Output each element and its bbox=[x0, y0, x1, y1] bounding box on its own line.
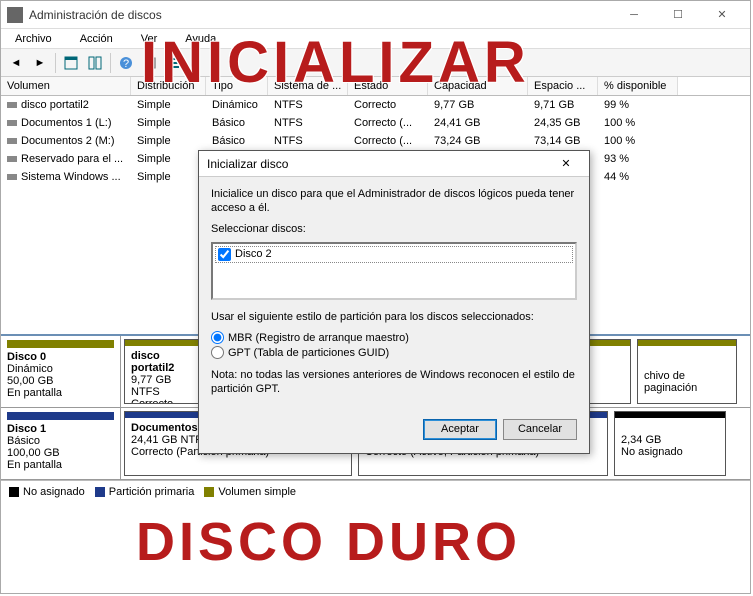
back-icon[interactable]: ◄ bbox=[5, 52, 27, 74]
dialog-close-icon[interactable]: ✕ bbox=[551, 157, 581, 170]
titlebar: Administración de discos ─ ☐ ✕ bbox=[1, 1, 750, 29]
disk-list: Disco 2 bbox=[211, 242, 577, 300]
view-icon[interactable] bbox=[60, 52, 82, 74]
dialog-note: Nota: no todas las versiones anteriores … bbox=[211, 368, 577, 397]
table-row[interactable]: disco portatil2SimpleDinámicoNTFSCorrect… bbox=[1, 96, 750, 114]
app-icon bbox=[7, 7, 23, 23]
menu-archivo[interactable]: Archivo bbox=[7, 32, 60, 46]
col-pct[interactable]: % disponible bbox=[598, 77, 678, 95]
dialog-intro: Inicialice un disco para que el Administ… bbox=[211, 187, 577, 216]
forward-icon[interactable]: ► bbox=[29, 52, 51, 74]
overlay-text-bottom: DISCO DURO bbox=[136, 511, 521, 573]
settings-icon[interactable] bbox=[139, 52, 161, 74]
list-icon[interactable] bbox=[163, 52, 185, 74]
col-volumen[interactable]: Volumen bbox=[1, 77, 131, 95]
svg-text:?: ? bbox=[123, 58, 129, 70]
table-row[interactable]: Documentos 1 (L:)SimpleBásicoNTFSCorrect… bbox=[1, 114, 750, 132]
menu-accion[interactable]: Acción bbox=[72, 32, 121, 46]
disk-name: Disco 1 bbox=[7, 423, 114, 435]
close-button[interactable]: ✕ bbox=[700, 2, 744, 28]
minimize-button[interactable]: ─ bbox=[612, 2, 656, 28]
cancel-button[interactable]: Cancelar bbox=[503, 419, 577, 440]
disk-name: Disco 0 bbox=[7, 351, 114, 363]
disk-checkbox-item[interactable]: Disco 2 bbox=[215, 246, 573, 263]
col-espacio[interactable]: Espacio ... bbox=[528, 77, 598, 95]
col-distribucion[interactable]: Distribución bbox=[131, 77, 206, 95]
gpt-radio[interactable]: GPT (Tabla de particiones GUID) bbox=[211, 345, 577, 360]
menu-ver[interactable]: Ver bbox=[133, 32, 166, 46]
col-capacidad[interactable]: Capacidad bbox=[428, 77, 528, 95]
legend: No asignado Partición primaria Volumen s… bbox=[1, 480, 750, 502]
col-tipo[interactable]: Tipo bbox=[206, 77, 268, 95]
ok-button[interactable]: Aceptar bbox=[423, 419, 497, 440]
dialog-title: Inicializar disco bbox=[207, 157, 551, 171]
refresh-icon[interactable] bbox=[84, 52, 106, 74]
toolbar: ◄ ► ? bbox=[1, 49, 750, 77]
menubar: Archivo Acción Ver Ayuda bbox=[1, 29, 750, 49]
help-icon[interactable]: ? bbox=[115, 52, 137, 74]
menu-ayuda[interactable]: Ayuda bbox=[177, 32, 224, 46]
initialize-disk-dialog: Inicializar disco ✕ Inicialice un disco … bbox=[198, 150, 590, 454]
col-sistema[interactable]: Sistema de ... bbox=[268, 77, 348, 95]
partition-style-label: Usar el siguiente estilo de partición pa… bbox=[211, 310, 577, 324]
maximize-button[interactable]: ☐ bbox=[656, 2, 700, 28]
select-disks-label: Seleccionar discos: bbox=[211, 222, 577, 236]
window-title: Administración de discos bbox=[29, 8, 612, 22]
mbr-radio[interactable]: MBR (Registro de arranque maestro) bbox=[211, 330, 577, 345]
partition[interactable]: chivo de paginación bbox=[637, 339, 737, 404]
col-estado[interactable]: Estado bbox=[348, 77, 428, 95]
table-row[interactable]: Documentos 2 (M:)SimpleBásicoNTFSCorrect… bbox=[1, 132, 750, 150]
partition-unallocated[interactable]: 2,34 GB No asignado bbox=[614, 411, 726, 476]
disk2-checkbox[interactable] bbox=[218, 248, 231, 261]
